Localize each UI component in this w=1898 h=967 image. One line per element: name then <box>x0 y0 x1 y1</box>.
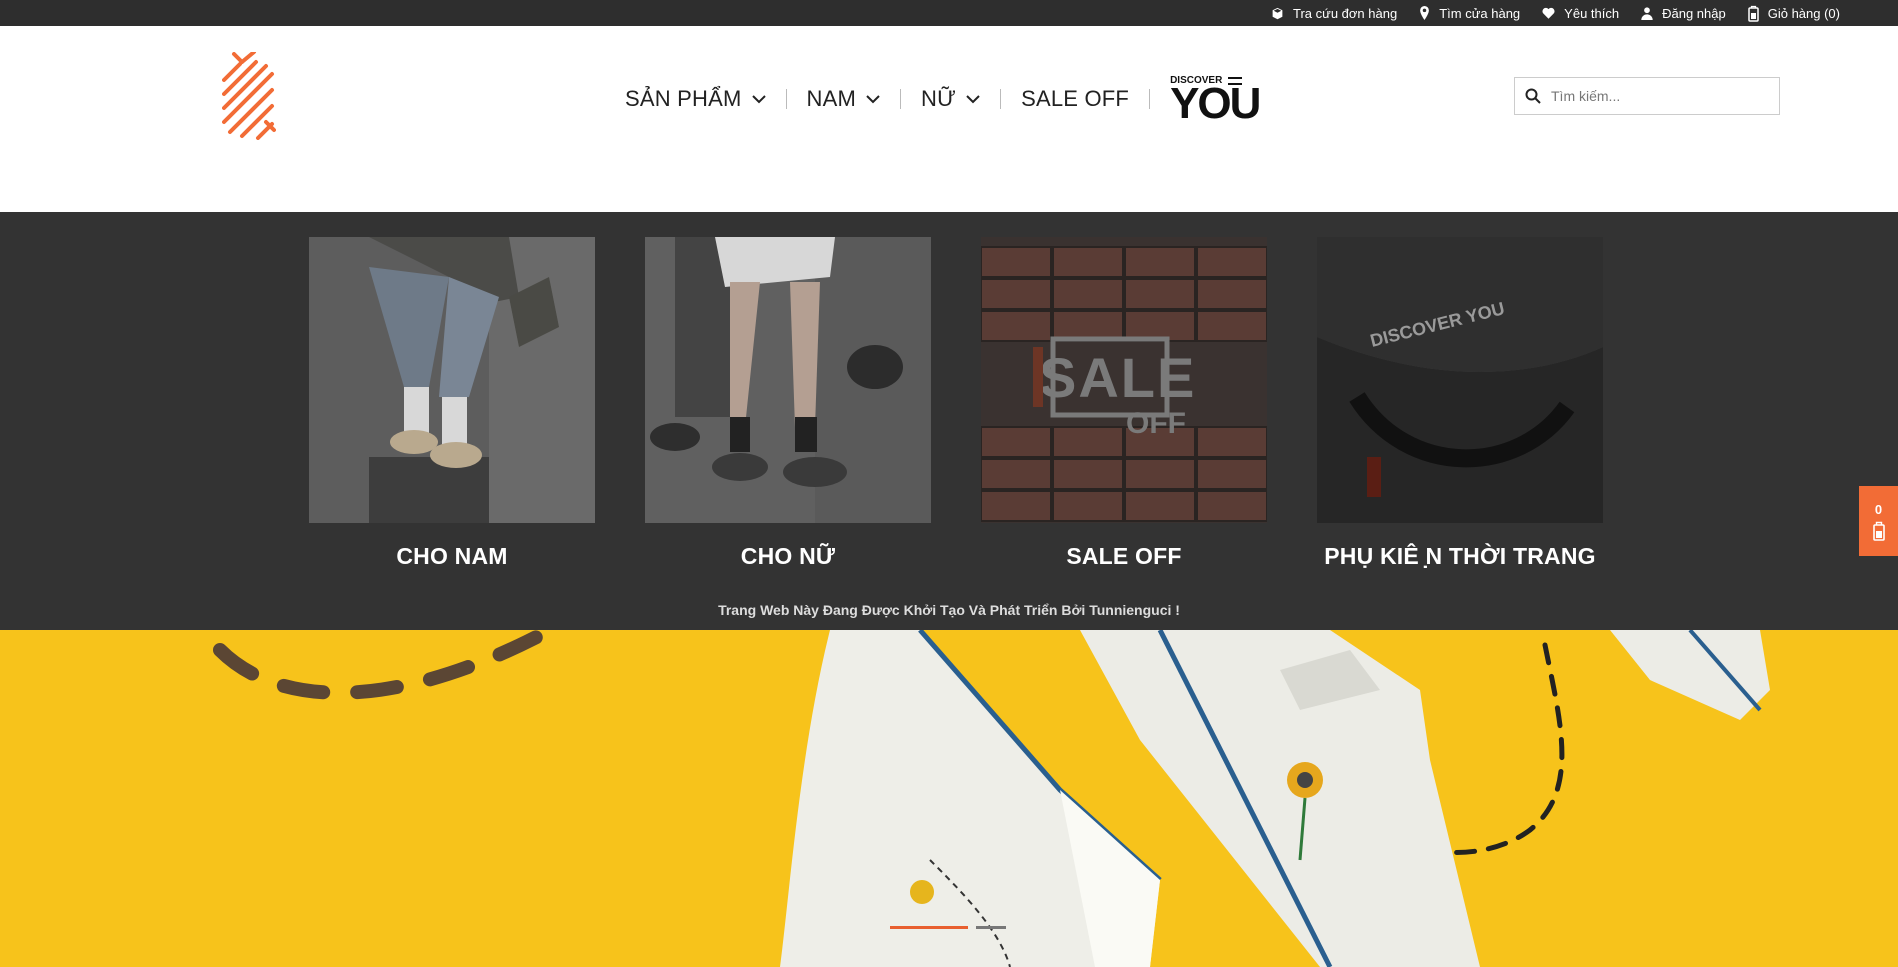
category-women[interactable]: CHO NỮ <box>645 237 931 570</box>
category-men[interactable]: CHO NAM <box>309 237 595 570</box>
sale-image-text: SALE <box>1039 346 1196 409</box>
map-pin-icon <box>1420 6 1430 20</box>
discover-you-big: YOU <box>1170 79 1261 128</box>
cart-label: Giỏ hàng (0) <box>1767 5 1840 21</box>
top-links: Tra cứu đơn hàng Tìm cửa hàng Yêu thích … <box>1271 0 1840 26</box>
hero-banner[interactable] <box>0 630 1898 967</box>
nav-men[interactable]: NAM <box>807 86 881 112</box>
category-accessories-label: PHỤ KIÊ ̣N THỜI TRANG <box>1324 543 1596 569</box>
chevron-down-icon <box>966 94 980 103</box>
slide-dot-active[interactable] <box>890 926 968 929</box>
wishlist-link[interactable]: Yêu thích <box>1542 6 1619 21</box>
user-icon <box>1641 6 1653 20</box>
nav-sale-off[interactable]: SALE OFF <box>1021 86 1129 112</box>
chevron-down-icon <box>751 94 766 103</box>
order-lookup-link[interactable]: Tra cứu đơn hàng <box>1271 6 1397 21</box>
nav-divider <box>785 89 787 109</box>
category-men-label: CHO NAM <box>396 543 508 569</box>
nav-products-label: SẢN PHẨM <box>625 86 742 111</box>
nav-women[interactable]: NỮ <box>921 86 980 112</box>
box-icon <box>1272 7 1283 19</box>
hero-slide-dots <box>890 926 1006 929</box>
hero-image <box>0 630 1898 967</box>
nav-sale-off-label: SALE OFF <box>1021 86 1130 111</box>
floating-cart-button[interactable]: 0 <box>1859 486 1898 556</box>
category-sale-off-image[interactable]: SALE OFF <box>981 237 1267 523</box>
chevron-down-icon <box>866 94 880 103</box>
nav-divider <box>1149 89 1151 109</box>
category-women-image[interactable] <box>645 237 931 523</box>
search-box[interactable] <box>1514 77 1780 115</box>
search-icon <box>1525 88 1541 104</box>
login-link[interactable]: Đăng nhập <box>1641 6 1726 21</box>
header: SẢN PHẨM NAM NỮ SALE OFF DISCOVER YOU <box>0 26 1898 212</box>
wishlist-label: Yêu thích <box>1564 5 1620 21</box>
category-accessories[interactable]: DISCOVER YOU PHỤ KIÊ ̣N THỜI TRANG <box>1317 237 1603 570</box>
category-men-image[interactable] <box>309 237 595 523</box>
search-input[interactable] <box>1551 88 1761 104</box>
nav-women-label: NỮ <box>921 86 957 111</box>
main-nav: SẢN PHẨM NAM NỮ SALE OFF DISCOVER YOU <box>625 76 1262 126</box>
store-locator-label: Tìm cửa hàng <box>1439 5 1521 21</box>
site-footnote: Trang Web Này Đang Được Khởi Tạo Và Phát… <box>718 602 1180 618</box>
slide-dot[interactable] <box>976 926 1006 929</box>
discover-you-logo[interactable]: DISCOVER YOU <box>1170 76 1262 126</box>
order-lookup-label: Tra cứu đơn hàng <box>1293 5 1398 21</box>
heart-icon <box>1542 7 1555 19</box>
cart-icon <box>1872 521 1885 541</box>
nav-products[interactable]: SẢN PHẨM <box>625 86 766 112</box>
category-women-label: CHO NỮ <box>740 543 836 569</box>
category-sale-off[interactable]: SALE OFF SALE OFF <box>981 237 1267 570</box>
category-sale-off-label: SALE OFF <box>1066 543 1182 569</box>
cart-link[interactable]: Giỏ hàng (0) <box>1747 5 1840 22</box>
nav-divider <box>1000 89 1002 109</box>
nav-divider <box>900 89 902 109</box>
brand-logo[interactable] <box>222 52 276 140</box>
top-bar: Tra cứu đơn hàng Tìm cửa hàng Yêu thích … <box>0 0 1898 26</box>
floating-cart-count: 0 <box>1874 501 1883 517</box>
nav-men-label: NAM <box>806 86 857 111</box>
login-label: Đăng nhập <box>1662 5 1726 21</box>
cart-icon <box>1747 5 1759 22</box>
store-locator-link[interactable]: Tìm cửa hàng <box>1419 6 1520 21</box>
category-band: CHO NAM CHO NỮ SALE OFF SALE OFF DISCOVE… <box>0 212 1898 630</box>
category-accessories-image[interactable]: DISCOVER YOU <box>1317 237 1603 523</box>
off-image-text: OFF <box>1126 407 1186 440</box>
